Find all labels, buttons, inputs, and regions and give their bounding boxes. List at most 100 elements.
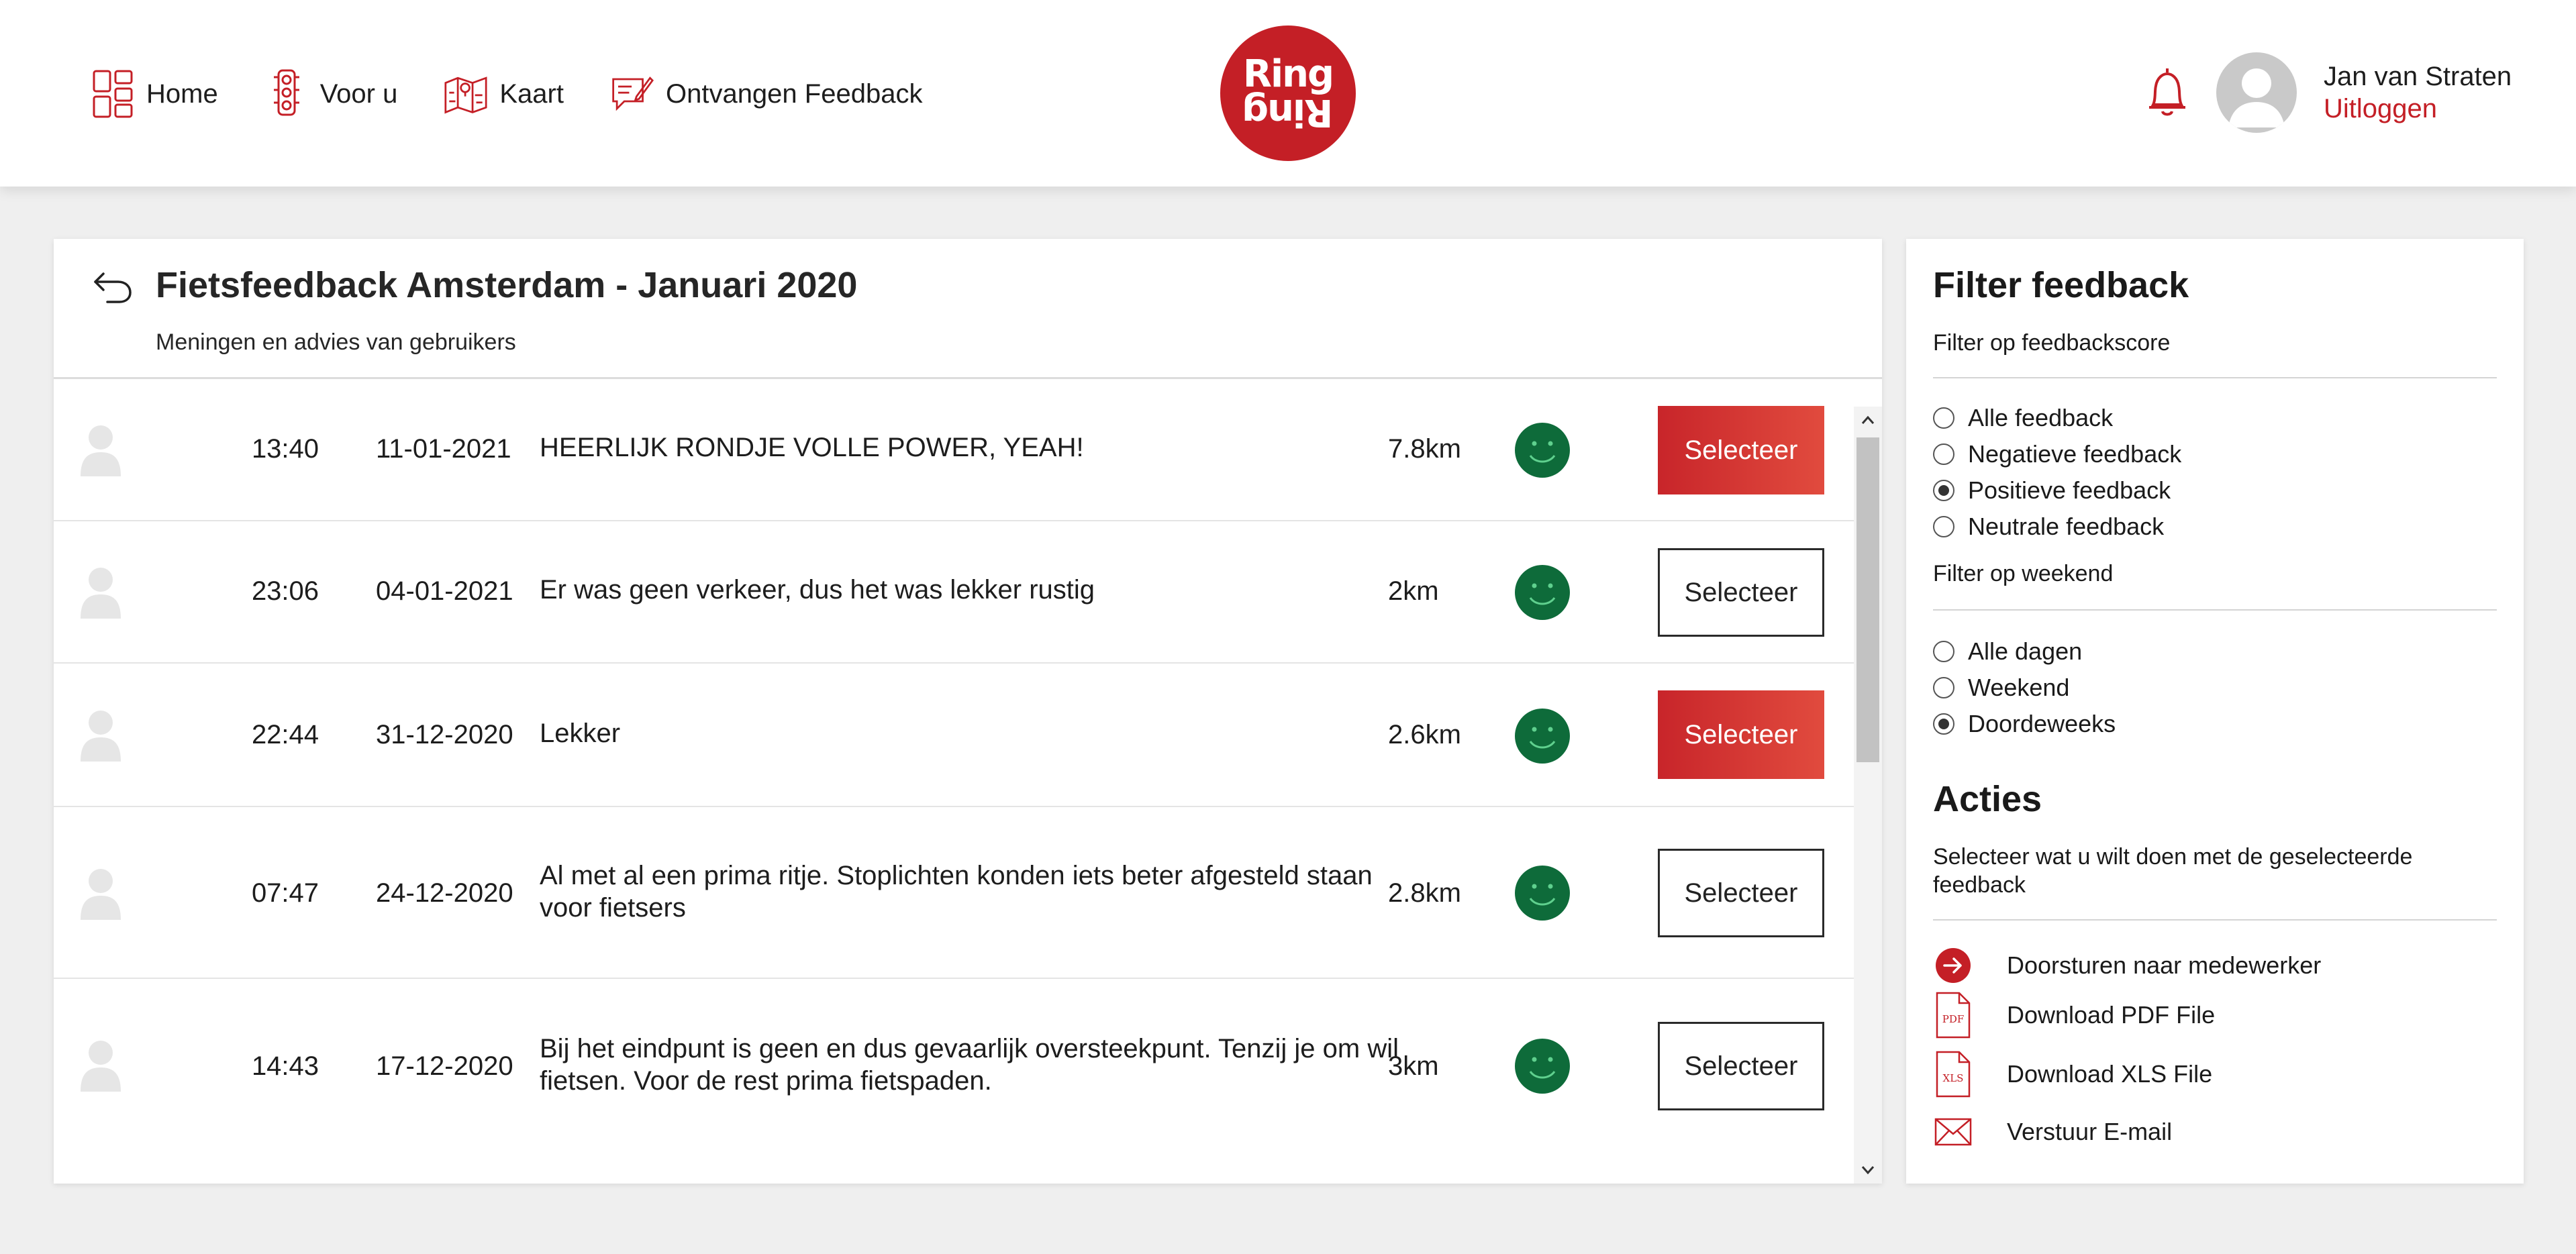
filter-title: Filter feedback: [1933, 265, 2189, 305]
action-download-xls[interactable]: XLS Download XLS File: [1933, 1049, 2212, 1099]
list-scrollbar[interactable]: [1854, 407, 1882, 1184]
feedback-row: 14:43 17-12-2020 Bij het eindpunt is gee…: [54, 979, 1854, 1153]
traffic-light-icon: [265, 69, 308, 119]
feedback-row: 22:44 31-12-2020 Lekker 2.6km Selecteer: [54, 664, 1854, 807]
radio-neutrale-feedback[interactable]: Neutrale feedback: [1933, 513, 2164, 541]
radio-label: Weekend: [1968, 674, 2070, 701]
action-download-pdf[interactable]: PDF Download PDF File: [1933, 990, 2215, 1040]
filter-score-label: Filter op feedbackscore: [1933, 330, 2171, 356]
select-button[interactable]: Selecteer: [1658, 690, 1824, 779]
feedback-distance: 2.6km: [1388, 720, 1461, 749]
action-label: Download XLS File: [2007, 1060, 2213, 1088]
top-header: Home Voor u Kaart Ontvangen Feedback Rin…: [0, 0, 2576, 187]
feedback-distance: 2.8km: [1388, 878, 1461, 908]
feedback-date: 11-01-2021: [376, 434, 511, 464]
nav-label-kaart: Kaart: [499, 79, 564, 109]
smiley-icon: [1514, 1038, 1571, 1094]
user-name: Jan van Straten: [2324, 62, 2512, 91]
action-label: Verstuur E-mail: [2007, 1118, 2173, 1145]
radio-weekend[interactable]: Weekend: [1933, 674, 2069, 702]
feedback-time: 14:43: [251, 1051, 319, 1081]
pdf-file-icon: PDF: [1933, 990, 1973, 1040]
radio-label: Negatieve feedback: [1968, 440, 2182, 468]
user-icon: [79, 708, 122, 763]
nav-label-voor-u: Voor u: [319, 79, 398, 109]
actions-subtitle: Selecteer wat u wilt doen met de geselec…: [1933, 844, 2413, 898]
action-verstuur-email[interactable]: Verstuur E-mail: [1933, 1107, 2172, 1157]
radio-alle-feedback[interactable]: Alle feedback: [1933, 404, 2113, 432]
feedback-distance: 7.8km: [1388, 434, 1461, 464]
page-title: Fietsfeedback Amsterdam - Januari 2020: [156, 265, 858, 305]
nav-item-kaart[interactable]: Kaart: [444, 69, 564, 119]
radio-button[interactable]: [1933, 407, 1954, 429]
back-arrow-icon[interactable]: [91, 270, 134, 306]
feedback-list: 13:40 11-01-2021 HEERLIJK RONDJE VOLLE P…: [54, 379, 1854, 1184]
feedback-date: 04-01-2021: [376, 576, 513, 606]
radio-button[interactable]: [1933, 677, 1954, 698]
feedback-row: 23:06 04-01-2021 Er was geen verkeer, du…: [54, 521, 1854, 664]
nav-label-home: Home: [146, 79, 218, 109]
page-subtitle: Meningen en advies van gebruikers: [156, 329, 516, 355]
feedback-date: 17-12-2020: [376, 1051, 513, 1081]
scroll-up-icon[interactable]: [1854, 407, 1882, 433]
nav-item-voor-u[interactable]: Voor u: [265, 69, 398, 119]
radio-negatieve-feedback[interactable]: Negatieve feedback: [1933, 440, 2181, 468]
map-icon: [444, 69, 487, 119]
select-button[interactable]: Selecteer: [1658, 1022, 1824, 1110]
actions-divider: [1933, 919, 2497, 921]
filter-panel: Filter feedback Filter op feedbackscore …: [1906, 239, 2524, 1184]
select-button[interactable]: Selecteer: [1658, 406, 1824, 494]
main-nav: Home Voor u Kaart Ontvangen Feedback: [91, 67, 969, 121]
user-avatar[interactable]: [2216, 52, 2297, 133]
radio-alle-dagen[interactable]: Alle dagen: [1933, 637, 2082, 666]
radio-button[interactable]: [1933, 443, 1954, 465]
select-button[interactable]: Selecteer: [1658, 548, 1824, 637]
feedback-message: HEERLIJK RONDJE VOLLE POWER, YEAH!: [540, 433, 1084, 462]
feedback-row: 07:47 24-12-2020 Al met al een prima rit…: [54, 807, 1854, 979]
svg-text:XLS: XLS: [1943, 1072, 1964, 1084]
radio-positieve-feedback[interactable]: Positieve feedback: [1933, 476, 2171, 505]
xls-file-icon: XLS: [1933, 1049, 1973, 1099]
feedback-list-card: Fietsfeedback Amsterdam - Januari 2020 M…: [54, 239, 1882, 1184]
feedback-message: Bij het eindpunt is geen en dus gevaarli…: [540, 1034, 1399, 1096]
filter-divider: [1933, 377, 2497, 378]
radio-doordeweeks[interactable]: Doordeweeks: [1933, 710, 2116, 738]
nav-item-home[interactable]: Home: [91, 69, 218, 119]
smiley-icon: [1514, 708, 1571, 764]
envelope-icon: [1933, 1107, 1973, 1157]
nav-label-ontvangen-feedback: Ontvangen Feedback: [665, 79, 923, 109]
forward-arrow-icon: [1933, 941, 1973, 990]
radio-label: Positieve feedback: [1968, 476, 2171, 504]
logout-link[interactable]: Uitloggen: [2324, 94, 2437, 124]
radio-label: Alle feedback: [1968, 404, 2114, 431]
radio-button-checked[interactable]: [1933, 713, 1954, 735]
feedback-distance: 2km: [1388, 576, 1439, 606]
user-icon: [79, 1038, 122, 1093]
bell-icon[interactable]: [2145, 64, 2189, 121]
scroll-thumb[interactable]: [1856, 437, 1879, 762]
feedback-distance: 3km: [1388, 1051, 1439, 1081]
svg-text:PDF: PDF: [1942, 1013, 1965, 1025]
select-button[interactable]: Selecteer: [1658, 849, 1824, 937]
feedback-row: 13:40 11-01-2021 HEERLIJK RONDJE VOLLE P…: [54, 379, 1854, 521]
feedback-icon: [611, 69, 654, 119]
feedback-time: 07:47: [251, 878, 319, 908]
feedback-time: 13:40: [251, 434, 319, 464]
actions-title: Acties: [1933, 779, 2042, 819]
action-label: Download PDF File: [2007, 1001, 2216, 1029]
ring-ring-logo[interactable]: Ring Ring: [1220, 25, 1356, 161]
feedback-time: 23:06: [251, 576, 319, 606]
user-icon: [79, 866, 122, 921]
action-doorsturen[interactable]: Doorsturen naar medewerker: [1933, 941, 2321, 990]
radio-button[interactable]: [1933, 641, 1954, 662]
logo-text-bottom: Ring: [1242, 91, 1334, 134]
feedback-date: 31-12-2020: [376, 720, 513, 749]
action-label: Doorsturen naar medewerker: [2007, 951, 2322, 979]
feedback-message: Lekker: [540, 719, 621, 748]
logo-text-top: Ring: [1242, 52, 1334, 96]
radio-button-checked[interactable]: [1933, 480, 1954, 501]
nav-item-ontvangen-feedback[interactable]: Ontvangen Feedback: [611, 69, 922, 119]
feedback-date: 24-12-2020: [376, 878, 513, 908]
radio-button[interactable]: [1933, 516, 1954, 537]
scroll-down-icon[interactable]: [1854, 1157, 1882, 1184]
